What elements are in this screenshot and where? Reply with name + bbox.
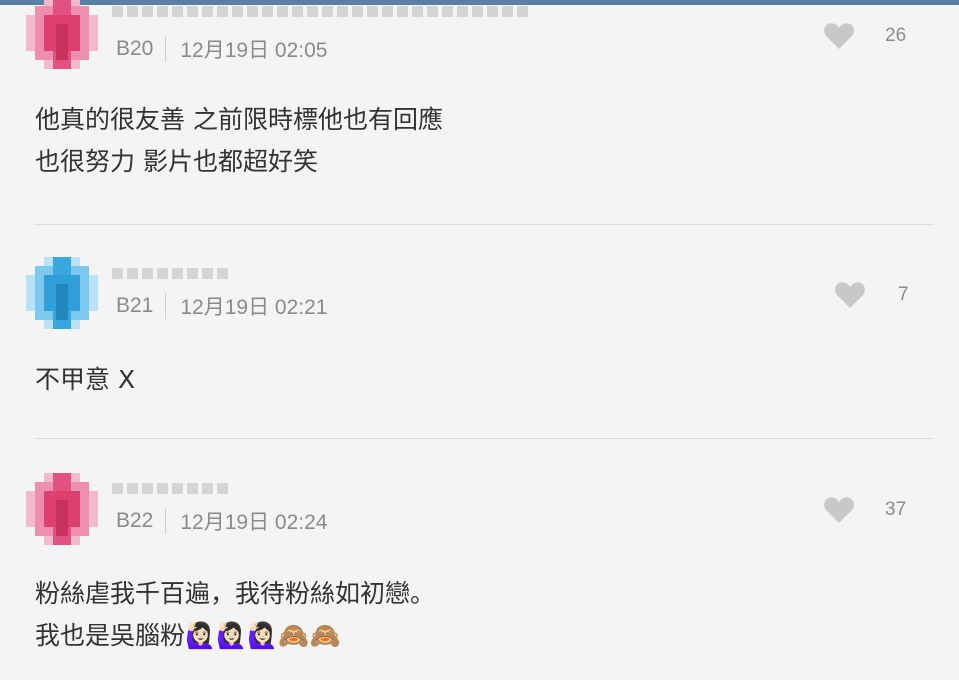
meta-separator [165,36,167,62]
comment-body: 不甲意 X [35,359,135,401]
floor-number: B20 [116,37,154,60]
like-button[interactable]: 37 [823,496,906,524]
comment-line: 粉絲虐我千百遍，我待粉絲如初戀。 [35,579,436,608]
username-blurred[interactable] [112,4,528,20]
comment-b20: B20 12月19日 02:05 26 他真的很友善 之前限時標他也有回應 也很… [0,0,959,225]
floor-number: B21 [116,294,154,317]
comment-time: 12月19日 02:24 [180,511,328,534]
avatar[interactable] [26,473,98,545]
like-button[interactable]: 7 [834,281,909,309]
heart-icon [824,23,854,49]
avatar[interactable] [26,257,98,329]
comment-time: 12月19日 02:05 [180,39,328,62]
comment-time: 12月19日 02:21 [180,296,328,319]
meta-separator [165,508,167,534]
username-blurred[interactable] [112,481,228,497]
comment-meta: B22 12月19日 02:24 [116,506,327,536]
like-count: 26 [885,25,907,46]
like-count: 7 [898,284,909,305]
floor-number: B22 [116,509,154,532]
comment-b21: B21 12月19日 02:21 7 不甲意 X [0,225,959,439]
comment-meta: B20 12月19日 02:05 [116,34,327,64]
comment-b22: B22 12月19日 02:24 37 粉絲虐我千百遍，我待粉絲如初戀。 我也是… [0,439,959,680]
heart-icon [824,497,854,523]
like-count: 37 [885,499,907,520]
like-button[interactable]: 26 [823,22,906,50]
comment-body: 粉絲虐我千百遍，我待粉絲如初戀。 我也是吳腦粉🙋🏻‍♀️🙋🏻‍♀️🙋🏻‍♀️🙈🙈 [35,573,435,657]
comment-line: 他真的很友善 之前限時標他也有回應 [35,105,443,134]
comment-line: 不甲意 X [35,365,136,394]
heart-icon [835,282,865,308]
comment-body: 他真的很友善 之前限時標他也有回應 也很努力 影片也都超好笑 [35,99,443,183]
username-blurred[interactable] [112,266,228,282]
comment-line: 我也是吳腦粉🙋🏻‍♀️🙋🏻‍♀️🙋🏻‍♀️🙈🙈 [35,621,341,650]
meta-separator [165,293,167,319]
avatar[interactable] [26,0,98,69]
comment-meta: B21 12月19日 02:21 [116,291,327,321]
comment-line: 也很努力 影片也都超好笑 [35,147,318,176]
